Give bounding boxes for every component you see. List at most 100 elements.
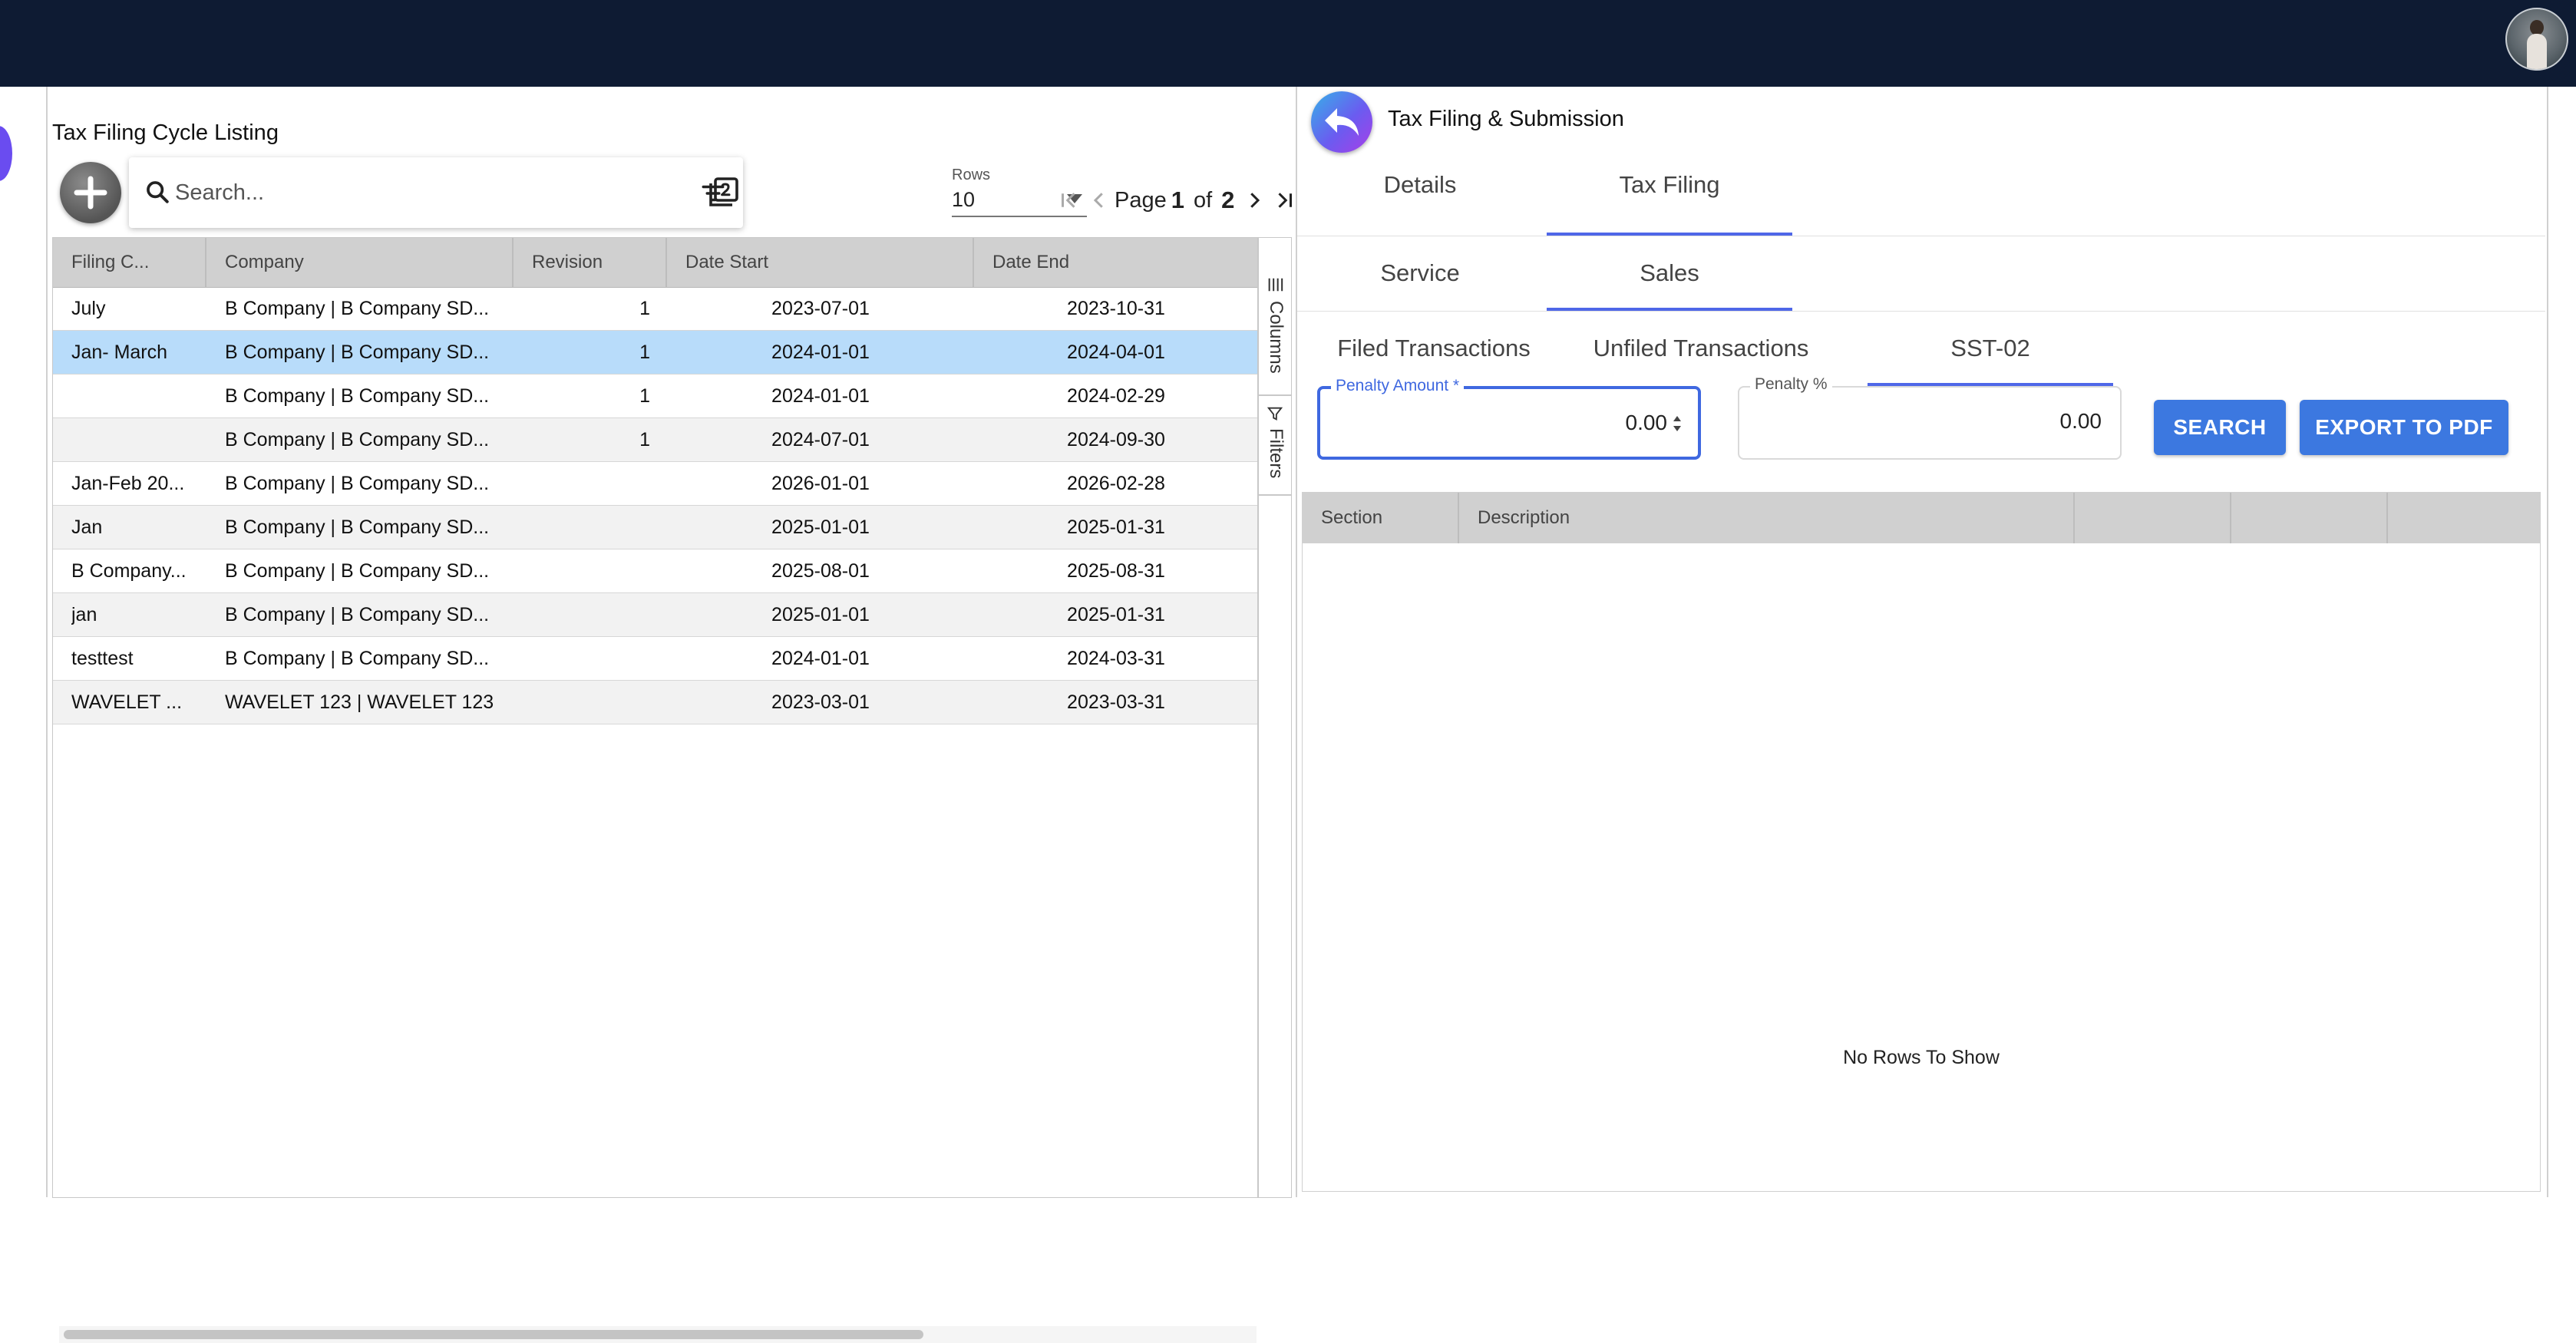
cell-filing: testtest [71, 648, 134, 669]
grid-side-tools: Columns Filters [1257, 237, 1292, 1198]
penalty-percent-label: Penalty % [1750, 375, 1832, 394]
search-button[interactable]: SEARCH [2154, 400, 2286, 455]
tab-details[interactable]: Details [1297, 162, 1543, 236]
multi-select-icon[interactable] [705, 174, 741, 211]
avatar-photo-head [2530, 20, 2544, 35]
cell-end: 2025-08-31 [1067, 560, 1165, 582]
cell-company: B Company | B Company SD... [225, 385, 490, 407]
cell-revision: 1 [639, 342, 650, 363]
add-button[interactable] [60, 162, 121, 223]
table-row[interactable]: testtest B Company | B Company SD... 2024-… [53, 637, 1258, 681]
cell-company: B Company | B Company SD... [225, 342, 490, 363]
table-row[interactable]: July B Company | B Company SD... 1 2023-07-… [53, 287, 1258, 331]
plus-icon [74, 176, 107, 210]
page-title: Tax Filing Cycle Listing [52, 120, 279, 145]
grid-header: Filing C... Company Revision Date Start … [53, 238, 1258, 288]
tax-filing-panel: Tax Filing & Submission Details Tax Fili… [1296, 87, 2548, 1197]
rows-per-page-value: 10 [952, 188, 976, 211]
cell-start: 2024-01-01 [771, 385, 870, 407]
column-header-blank-2[interactable] [2231, 493, 2388, 543]
column-header-revision[interactable]: Revision [514, 238, 667, 287]
penalty-percent-value[interactable]: 0.00 [2060, 409, 2102, 434]
panel-title: Tax Filing & Submission [1388, 107, 1624, 131]
column-header-date-end[interactable]: Date End [974, 238, 1258, 287]
table-row[interactable]: Jan- March B Company | B Company SD... 1 20… [53, 331, 1258, 375]
tab-filed-transactions[interactable]: Filed Transactions [1311, 311, 1557, 386]
table-row[interactable]: B Company | B Company SD... 1 2024-07-01 20… [53, 418, 1258, 462]
first-page-button[interactable] [1053, 183, 1084, 217]
column-header-description[interactable]: Description [1459, 493, 2075, 543]
column-header-section[interactable]: Section [1303, 493, 1459, 543]
total-pages: 2 [1221, 186, 1235, 213]
tab-sst-02[interactable]: SST-02 [1868, 311, 2113, 386]
cell-revision: 1 [639, 385, 650, 407]
top-navbar [0, 0, 2576, 87]
chevron-right-icon [1250, 193, 1260, 208]
column-header-blank-1[interactable] [2075, 493, 2231, 543]
cell-start: 2024-01-01 [771, 342, 870, 363]
cell-filing: Jan [71, 516, 103, 538]
column-header-filing-cycle[interactable]: Filing C... [53, 238, 206, 287]
table-row[interactable]: jan B Company | B Company SD... 2025-01-01… [53, 593, 1258, 637]
page-label: Page [1115, 187, 1167, 213]
cell-start: 2025-08-01 [771, 560, 870, 582]
search-input[interactable] [173, 173, 637, 213]
cell-company: B Company | B Company SD... [225, 298, 490, 319]
column-header-blank-3[interactable] [2388, 493, 2540, 543]
cell-company: WAVELET 123 | WAVELET 123 [225, 691, 494, 713]
sst-02-grid: Section Description No Rows To Show [1302, 492, 2541, 1192]
cell-start: 2026-01-01 [771, 473, 870, 494]
cell-filing: Jan-Feb 20... [71, 473, 185, 494]
cell-company: B Company | B Company SD... [225, 560, 490, 582]
column-header-company[interactable]: Company [206, 238, 514, 287]
chevron-left-icon [1093, 193, 1103, 208]
table-row[interactable]: B Company | B Company SD... 1 2024-01-01 20… [53, 375, 1258, 418]
cell-end: 2024-09-30 [1067, 429, 1165, 450]
filters-tool-tab[interactable]: Filters [1259, 394, 1291, 496]
cell-end: 2024-02-29 [1067, 385, 1165, 407]
penalty-amount-value[interactable]: 0.00 [1626, 411, 1668, 435]
cell-revision: 1 [639, 429, 650, 450]
cell-revision [514, 681, 667, 724]
filing-cycle-grid: Filing C... Company Revision Date Start … [52, 237, 1259, 1343]
cell-end: 2023-10-31 [1067, 298, 1165, 319]
search-bar [129, 157, 743, 228]
horizontal-scrollbar[interactable] [59, 1326, 1257, 1343]
back-button[interactable] [1311, 91, 1372, 153]
cell-revision [514, 593, 667, 636]
prev-page-button[interactable] [1084, 183, 1115, 217]
cell-company: B Company | B Company SD... [225, 604, 490, 625]
column-header-date-start[interactable]: Date Start [667, 238, 974, 287]
cell-filing: WAVELET ... [71, 691, 183, 713]
sub-tabs: Service Sales [1297, 236, 2545, 312]
cell-start: 2023-07-01 [771, 298, 870, 319]
first-page-icon [1062, 193, 1075, 208]
cell-company: B Company | B Company SD... [225, 473, 490, 494]
tab-service[interactable]: Service [1297, 236, 1543, 311]
number-spinner-icon[interactable] [1672, 412, 1683, 435]
filters-tool-label: Filters [1266, 428, 1286, 479]
penalty-amount-field[interactable]: Penalty Amount * 0.00 [1317, 377, 1701, 460]
table-row[interactable]: Jan B Company | B Company SD... 2025-01-01… [53, 506, 1258, 549]
columns-tool-tab[interactable]: Columns [1259, 238, 1291, 396]
sidebar-toggle-button[interactable] [0, 126, 12, 181]
export-to-pdf-button[interactable]: EXPORT TO PDF [2300, 400, 2508, 455]
table-row[interactable]: B Company... B Company | B Company SD... 2… [53, 549, 1258, 593]
table-row[interactable]: Jan-Feb 20... B Company | B Company SD...… [53, 462, 1258, 506]
table-row[interactable]: WAVELET ... WAVELET 123 | WAVELET 123 2023… [53, 681, 1258, 724]
scrollbar-thumb[interactable] [64, 1330, 923, 1339]
cell-filing: B Company... [71, 560, 187, 582]
empty-state-message: No Rows To Show [1843, 1047, 2000, 1068]
user-avatar[interactable] [2505, 8, 2568, 71]
grid-header: Section Description [1303, 493, 2540, 543]
cell-revision: 1 [639, 298, 650, 319]
cell-start: 2024-01-01 [771, 648, 870, 669]
tab-tax-filing[interactable]: Tax Filing [1547, 162, 1792, 236]
cell-revision [514, 637, 667, 680]
cell-filing: jan [71, 604, 97, 625]
penalty-percent-field[interactable]: Penalty % 0.00 [1738, 375, 2122, 460]
transaction-tabs: Filed Transactions Unfiled Transactions … [1297, 311, 2545, 386]
next-page-button[interactable] [1239, 183, 1270, 217]
cell-revision [514, 549, 667, 592]
tab-sales[interactable]: Sales [1547, 236, 1792, 311]
